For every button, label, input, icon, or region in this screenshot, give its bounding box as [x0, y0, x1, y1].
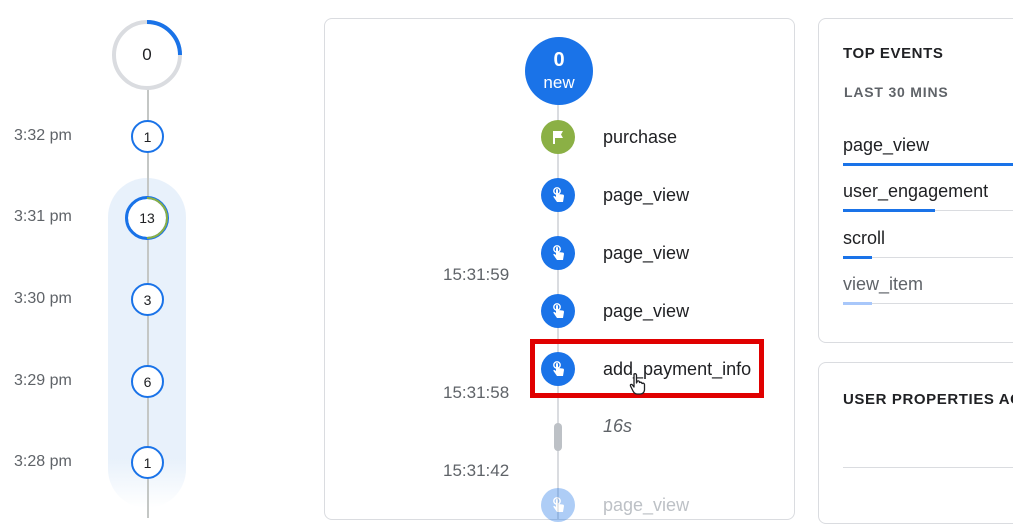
- minute-time-label: 3:32 pm: [14, 127, 72, 144]
- event-name[interactable]: page_view: [603, 301, 689, 322]
- hand-cursor-icon: [629, 373, 646, 395]
- top-event-name[interactable]: view_item: [843, 274, 923, 295]
- touch-icon[interactable]: [541, 236, 575, 270]
- event-name[interactable]: page_view: [603, 243, 689, 264]
- new-events-bubble[interactable]: 0 new: [525, 37, 593, 105]
- touch-icon[interactable]: [541, 294, 575, 328]
- minute-time-label: 3:31 pm: [14, 208, 72, 225]
- event-gap-marker: [554, 423, 562, 451]
- event-name[interactable]: page_view: [603, 185, 689, 206]
- minute-node[interactable]: 3: [131, 283, 164, 316]
- event-name[interactable]: page_view: [603, 495, 689, 516]
- current-minute-count: 0: [142, 45, 152, 64]
- minute-time-label: 3:30 pm: [14, 290, 72, 307]
- event-timestamp: 15:31:58: [443, 383, 510, 402]
- user-properties-title: USER PROPERTIES AC: [843, 391, 1013, 408]
- minute-time-label: 3:29 pm: [14, 372, 72, 389]
- top-event-bar: [843, 302, 872, 305]
- user-properties-divider: [843, 467, 1013, 468]
- top-event-name[interactable]: page_view: [843, 135, 929, 156]
- minute-node[interactable]: 1: [131, 120, 164, 153]
- minute-node[interactable]: 6: [131, 365, 164, 398]
- event-gap-duration: 16s: [603, 416, 633, 436]
- user-properties-card: [818, 362, 1013, 524]
- top-event-name[interactable]: scroll: [843, 228, 885, 249]
- new-events-label: new: [543, 73, 575, 92]
- minute-node-selected[interactable]: 13: [125, 196, 169, 240]
- minute-time-label: 3:28 pm: [14, 453, 72, 470]
- top-events-title: TOP EVENTS: [843, 45, 944, 62]
- top-event-bar: [843, 163, 1013, 166]
- minute-node-count: 13: [139, 210, 155, 226]
- minute-node[interactable]: 1: [131, 446, 164, 479]
- event-timestamp: 15:31:59: [443, 265, 510, 284]
- new-events-count: 0: [553, 49, 565, 71]
- flag-icon[interactable]: [541, 120, 575, 154]
- top-event-name[interactable]: user_engagement: [843, 181, 988, 202]
- event-timestamp: 15:31:42: [443, 461, 510, 480]
- top-event-bar: [843, 209, 935, 212]
- event-name[interactable]: purchase: [603, 127, 677, 148]
- top-events-subtitle: LAST 30 MINS: [844, 84, 949, 100]
- touch-icon[interactable]: [541, 178, 575, 212]
- top-event-bar: [843, 256, 872, 259]
- touch-icon[interactable]: [541, 488, 575, 522]
